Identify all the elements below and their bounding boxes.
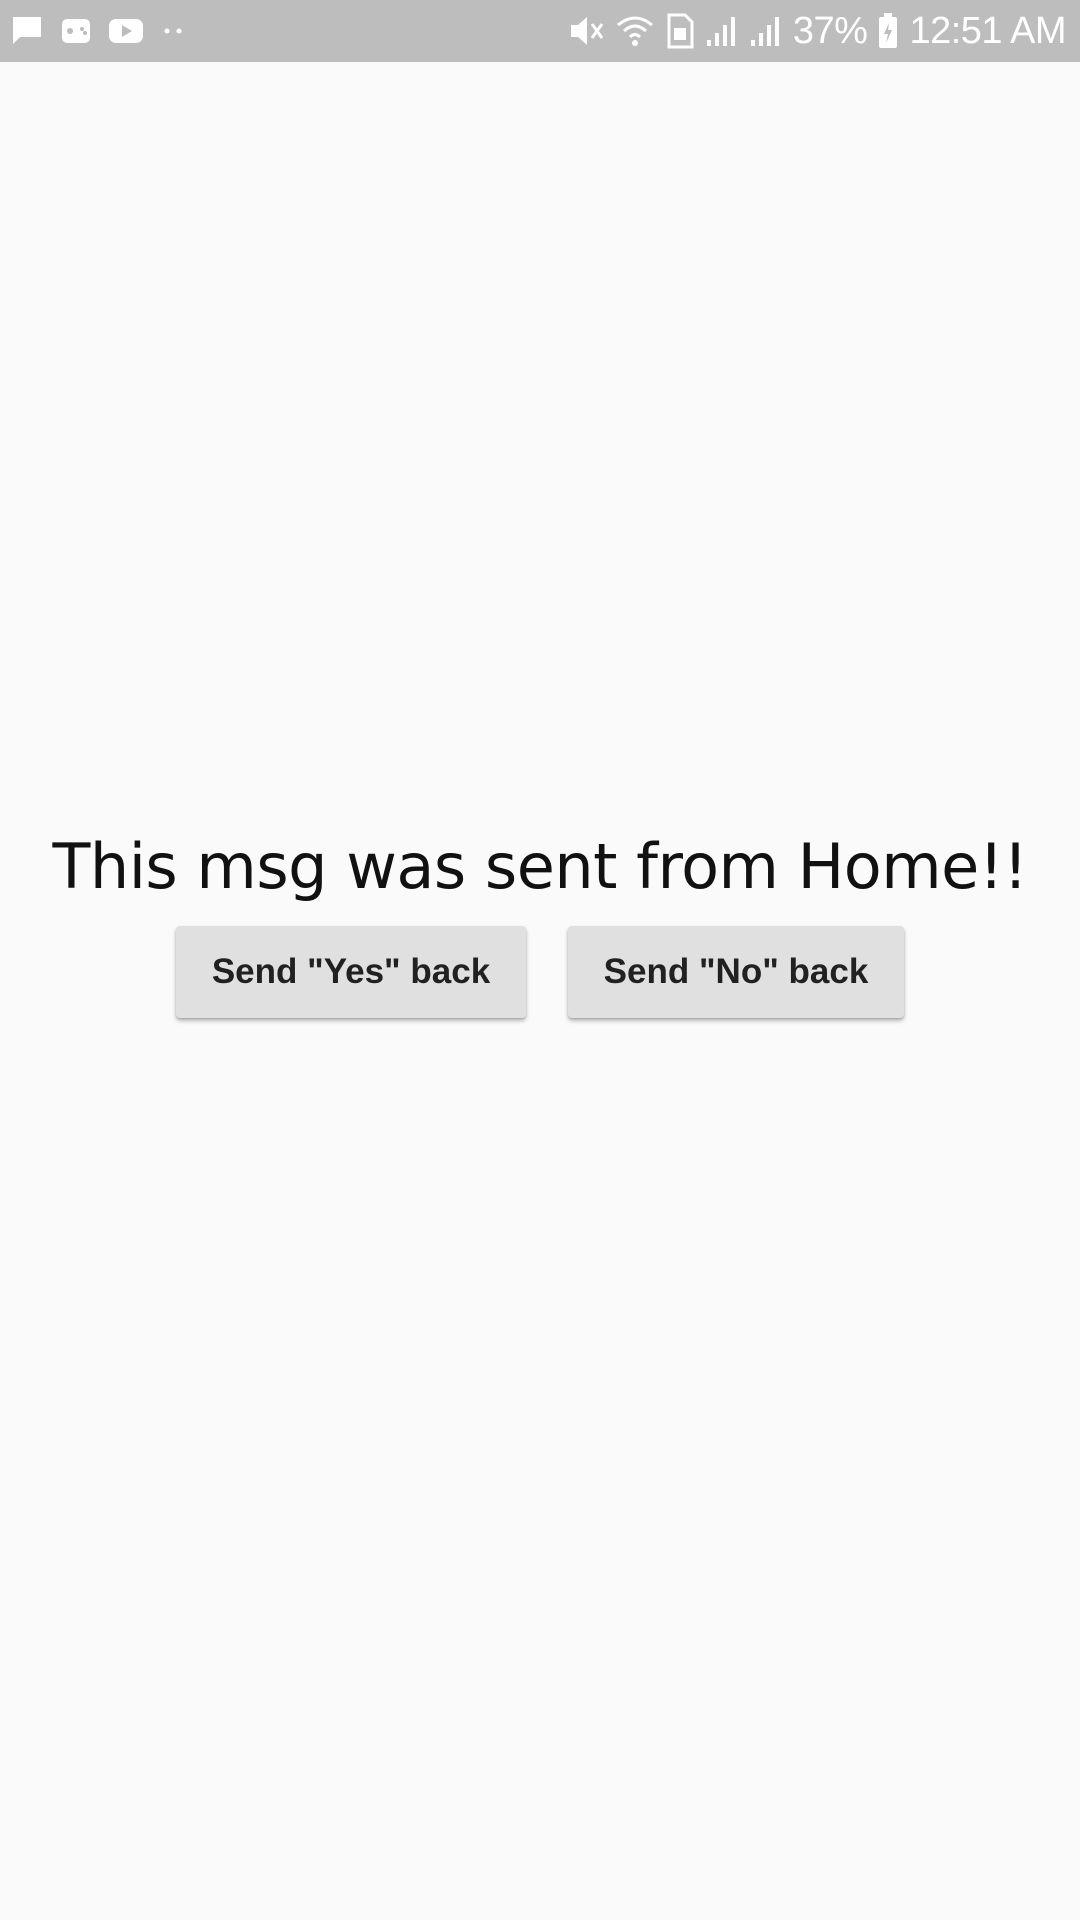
game-controller-icon bbox=[58, 15, 94, 47]
send-yes-button[interactable]: Send "Yes" back bbox=[176, 926, 526, 1018]
message-text: This msg was sent from Home!! bbox=[52, 830, 1028, 903]
wifi-icon bbox=[615, 13, 655, 49]
clock: 12:51 AM bbox=[909, 9, 1066, 52]
sim-icon bbox=[665, 13, 695, 49]
battery-percent: 37% bbox=[792, 9, 868, 52]
status-bar: 37% 12:51 AM bbox=[0, 0, 1080, 62]
signal-icon bbox=[705, 14, 739, 48]
more-dots-icon bbox=[158, 21, 188, 41]
youtube-icon bbox=[108, 17, 144, 45]
mute-icon bbox=[567, 13, 605, 49]
message-icon bbox=[10, 14, 44, 48]
signal-icon bbox=[749, 14, 783, 48]
battery-charging-icon bbox=[877, 12, 899, 50]
notification-icons bbox=[10, 12, 188, 50]
system-status: 37% 12:51 AM bbox=[567, 8, 1066, 54]
send-no-button[interactable]: Send "No" back bbox=[568, 926, 904, 1018]
main-content bbox=[0, 62, 1080, 1920]
